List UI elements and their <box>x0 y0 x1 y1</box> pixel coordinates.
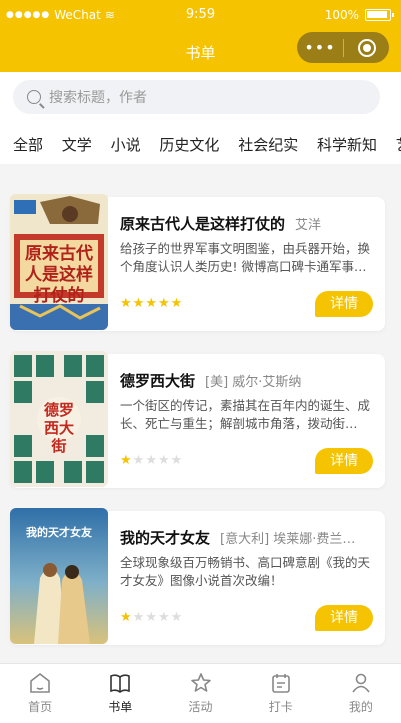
book-description: 一个街区的传记，素描其在百年内的诞生、成长、死亡与重生；解剖城市角落，拨动街… <box>120 398 371 431</box>
rating-stars: ★★★★★ <box>120 453 183 468</box>
star-icon: ★ <box>157 453 171 468</box>
category-literature[interactable]: 文学 <box>62 136 92 154</box>
target-icon <box>357 38 376 57</box>
book-cover: 原来古代人是这样打仗的 <box>10 194 108 330</box>
book-title: 我的天才女友 <box>120 529 211 547</box>
nav-bar: 书单 ••• <box>0 32 401 72</box>
category-science[interactable]: 科学新知 <box>317 136 377 154</box>
rating-stars: ★★★★★ <box>120 610 183 625</box>
miniprogram-capsule: ••• <box>297 32 389 63</box>
tab-label: 活动 <box>188 700 213 714</box>
home-icon <box>30 672 50 693</box>
category-tabs: 全部 文学 小说 历史文化 社会纪实 科学新知 艺 <box>0 126 401 164</box>
book-author: 艾洋 <box>295 218 322 233</box>
cover-title: 德罗西大街 <box>43 401 74 455</box>
tab-label: 首页 <box>28 700 53 714</box>
more-icon[interactable]: ••• <box>297 38 343 57</box>
star-icon: ★ <box>120 296 133 311</box>
star-icon: ★ <box>170 296 184 311</box>
book-title: 原来古代人是这样打仗的 <box>120 215 286 233</box>
tab-label: 我的 <box>348 700 373 714</box>
star-icon: ★ <box>132 610 146 625</box>
star-icon: ★ <box>157 296 171 311</box>
category-society[interactable]: 社会纪实 <box>238 136 298 154</box>
book-author: [美] 威尔·艾斯纳 <box>205 375 302 390</box>
cover-title: 原来古代人是这样打仗的 <box>25 244 93 306</box>
search-icon <box>27 90 41 104</box>
search-placeholder: 搜索标题，作者 <box>49 90 147 106</box>
battery-icon <box>365 9 394 21</box>
search-input[interactable]: 搜索标题，作者 <box>13 80 380 114</box>
book-cover: 我的天才女友 <box>10 508 108 644</box>
tab-checkin[interactable]: 打卡 <box>241 664 321 723</box>
book-description: 全球现象级百万畅销书、高口碑意剧《我的天才女友》图像小说首次改编！ <box>120 555 371 588</box>
star-icon <box>190 673 211 692</box>
star-icon: ★ <box>132 453 146 468</box>
calendar-icon <box>271 674 290 693</box>
search-section: 搜索标题，作者 <box>0 72 401 126</box>
star-icon: ★ <box>170 453 184 468</box>
book-author: [意大利] 埃莱娜·费兰… <box>220 532 356 547</box>
book-card[interactable]: 原来古代人是这样打仗的 原来古代人是这样打仗的 艾洋 给孩子的世界军事文明图鉴，… <box>10 194 385 331</box>
star-icon: ★ <box>170 610 184 625</box>
star-icon: ★ <box>157 610 171 625</box>
star-icon: ★ <box>145 610 158 625</box>
star-icon: ★ <box>120 610 133 625</box>
category-art[interactable]: 艺 <box>396 136 401 154</box>
book-card[interactable]: 我的天才女友 我的天才女友 [意大利] 埃莱娜·费兰… 全球现象级百万畅销书、高… <box>10 508 385 645</box>
category-novel[interactable]: 小说 <box>111 136 141 154</box>
tab-label: 书单 <box>108 700 133 714</box>
star-icon: ★ <box>132 296 146 311</box>
tab-profile[interactable]: 我的 <box>321 664 401 723</box>
rating-stars: ★★★★★ <box>120 296 183 311</box>
tab-booklist[interactable]: 书单 <box>80 664 160 723</box>
details-button[interactable]: 详情 <box>315 448 373 474</box>
status-bar: ●●●●● WeChat ≋ 9:59 100% <box>0 0 401 32</box>
user-icon <box>352 673 370 693</box>
battery-percent: 100% <box>324 8 359 22</box>
close-miniprogram-button[interactable] <box>344 38 389 57</box>
tab-home[interactable]: 首页 <box>0 664 80 723</box>
book-card[interactable]: 德罗西大街 德罗西大街 [美] 威尔·艾斯纳 一个街区的传记，素描其在百年内的诞… <box>10 351 385 488</box>
details-button[interactable]: 详情 <box>315 291 373 317</box>
star-icon: ★ <box>145 453 158 468</box>
star-icon: ★ <box>145 296 158 311</box>
book-icon <box>110 674 131 693</box>
category-history[interactable]: 历史文化 <box>159 136 219 154</box>
tab-bar: 首页 书单 活动 打卡 我的 <box>0 663 401 723</box>
category-all[interactable]: 全部 <box>13 136 43 154</box>
book-description: 给孩子的世界军事文明图鉴，由兵器开始，换个角度认识人类历史! 微博高口碑卡通军事… <box>120 241 371 274</box>
cover-title: 我的天才女友 <box>26 526 92 539</box>
book-cover: 德罗西大街 <box>10 351 108 487</box>
tab-activity[interactable]: 活动 <box>160 664 240 723</box>
details-button[interactable]: 详情 <box>315 605 373 631</box>
star-icon: ★ <box>120 453 133 468</box>
tab-label: 打卡 <box>268 700 293 714</box>
book-title: 德罗西大街 <box>120 372 196 390</box>
